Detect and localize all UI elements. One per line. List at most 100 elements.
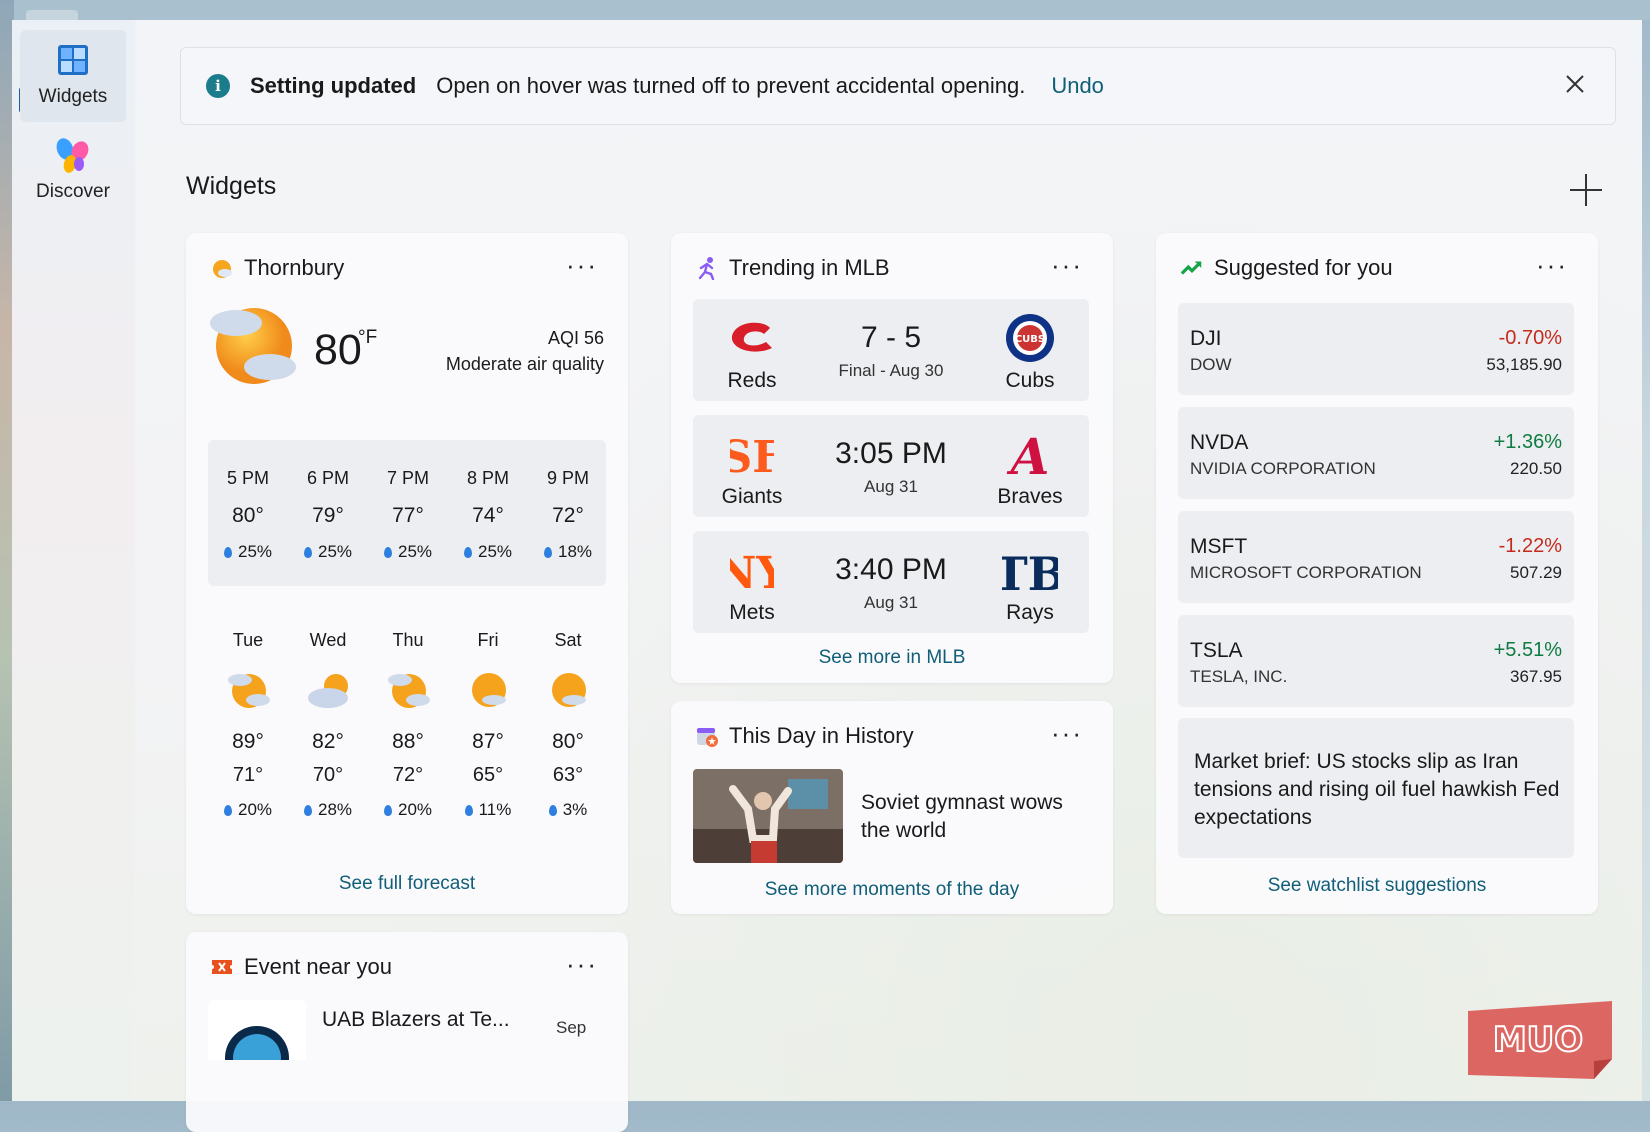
info-icon: i [206,74,230,98]
rail-item-discover[interactable]: Discover [20,124,126,216]
raindrop-icon [464,805,473,816]
giants-logo-icon: SF [730,432,774,480]
hour-precip: 25% [368,542,448,562]
stock-change: -1.22% [1498,535,1562,557]
raindrop-icon [223,805,232,816]
mlb-card[interactable]: Trending in MLB ··· Reds 7 - 5 Final - A… [671,233,1113,683]
mostly-cloudy-icon [308,674,348,708]
precip-value: 25% [237,542,273,561]
see-more-mlb-link[interactable]: See more in MLB [671,647,1113,669]
hour-time: 6 PM [306,468,349,488]
current-temp: 80 [314,326,362,374]
team-name: Reds [727,369,777,392]
stock-symbol: TSLA [1190,639,1243,662]
team-home: Reds [697,313,807,393]
card-header: Event near you [210,954,392,980]
hour-temp: 74° [472,504,504,527]
game-status: Final - Aug 30 [838,361,944,380]
history-title: This Day in History [729,723,914,748]
sunny-cloud-icon [472,673,506,707]
rail-item-widgets[interactable]: Widgets [20,30,126,122]
rays-logo-icon: TB [1002,547,1058,596]
event-team-logo [208,1000,306,1060]
hour-time: 9 PM [546,468,589,488]
team-name: Rays [1006,601,1054,624]
ticket-icon [210,955,234,979]
temp-unit: °F [358,327,378,348]
discover-icon [56,138,89,173]
hour-time: 5 PM [226,468,269,488]
game-row[interactable]: NY Mets 3:40 PM Aug 31 TB Rays [693,531,1089,633]
gymnast-photo[interactable] [693,769,843,863]
braves-logo-icon: A [1007,428,1050,480]
stock-price: 220.50 [1510,459,1562,478]
watermark-text: MUO [1493,1020,1583,1060]
game-score: 7 - 5 [860,321,922,354]
weather-card[interactable]: Thornbury ··· 80 °F AQI 56 Moderate air … [186,233,628,914]
panel-grip [26,10,78,20]
day-low: 70° [312,764,344,786]
card-header: Thornbury [210,255,344,281]
stock-price: 367.95 [1510,667,1562,686]
stocks-card[interactable]: Suggested for you ··· DJI DOW -0.70% 53,… [1156,233,1598,914]
game-row[interactable]: SF Giants 3:05 PM Aug 31 A Braves [693,415,1089,517]
widgets-content: i Setting updated Open on hover was turn… [136,20,1642,1132]
hour-time: 8 PM [466,468,509,488]
more-options-button[interactable]: ··· [566,252,598,278]
precip-value: 20% [397,800,433,819]
precip-value: 28% [317,800,353,819]
history-card[interactable]: This Day in History ··· Soviet gymnast w… [671,701,1113,914]
add-widget-button[interactable] [1566,170,1606,210]
event-date: Sep [556,1018,587,1037]
svg-text:SF: SF [730,432,774,480]
game-info: 3:05 PM Aug 31 [813,437,969,497]
precip-value: 11% [478,800,512,819]
market-brief[interactable]: Market brief: US stocks slip as Iran ten… [1178,718,1574,858]
game-date: Aug 31 [864,593,918,612]
event-name[interactable]: UAB Blazers at Te... [322,1008,510,1032]
history-story[interactable]: Soviet gymnast wows the world [861,789,1081,845]
raindrop-icon [303,547,312,558]
stock-row[interactable]: NVDA NVIDIA CORPORATION +1.36% 220.50 [1178,407,1574,499]
stock-row[interactable]: MSFT MICROSOFT CORPORATION -1.22% 507.29 [1178,511,1574,603]
team-away: CUBS Cubs [975,313,1085,393]
svg-text:A: A [1007,428,1050,480]
more-options-button[interactable]: ··· [1536,252,1568,278]
desktop-top-strip [0,0,1650,20]
game-date: Aug 31 [864,477,918,496]
rail-item-label: Widgets [38,86,108,107]
event-card[interactable]: Event near you ··· UAB Blazers at Te... … [186,932,628,1132]
hour-temp: 79° [312,504,344,527]
more-options-button[interactable]: ··· [1051,252,1083,278]
aqi-value: AQI 56 [547,328,604,348]
air-quality: AQI 56 Moderate air quality [446,325,604,377]
see-more-moments-link[interactable]: See more moments of the day [671,879,1113,901]
partly-cloudy-icon [210,308,296,384]
undo-link[interactable]: Undo [1051,73,1104,99]
section-title: Widgets [186,172,277,200]
widgets-icon [58,45,88,75]
game-time: 3:40 PM [835,553,947,586]
stock-row[interactable]: DJI DOW -0.70% 53,185.90 [1178,303,1574,395]
stock-name: DOW [1190,355,1232,374]
raindrop-icon [543,547,552,558]
more-options-button[interactable]: ··· [1051,720,1083,746]
card-header: Suggested for you [1180,255,1393,281]
hour-precip: 18% [528,542,608,562]
cubs-logo-icon: CUBS [1006,314,1054,362]
game-row[interactable]: Reds 7 - 5 Final - Aug 30 CUBS Cubs [693,299,1089,401]
market-brief-text: Market brief: US stocks slip as Iran ten… [1194,750,1560,829]
day-high: 89° [232,730,264,753]
stock-row[interactable]: TSLA TESLA, INC. +5.51% 367.95 [1178,615,1574,707]
precip-value: 25% [397,542,433,561]
partly-cloudy-icon [228,674,270,708]
stock-change: +1.36% [1493,431,1562,453]
more-options-button[interactable]: ··· [566,951,598,977]
see-full-forecast-link[interactable]: See full forecast [186,873,628,895]
partly-cloudy-icon [388,674,430,708]
hour-temp: 72° [552,504,584,527]
precip-value: 25% [317,542,353,561]
team-away: A Braves [975,428,1085,509]
see-watchlist-suggestions-link[interactable]: See watchlist suggestions [1156,875,1598,897]
close-icon[interactable] [1563,72,1587,96]
